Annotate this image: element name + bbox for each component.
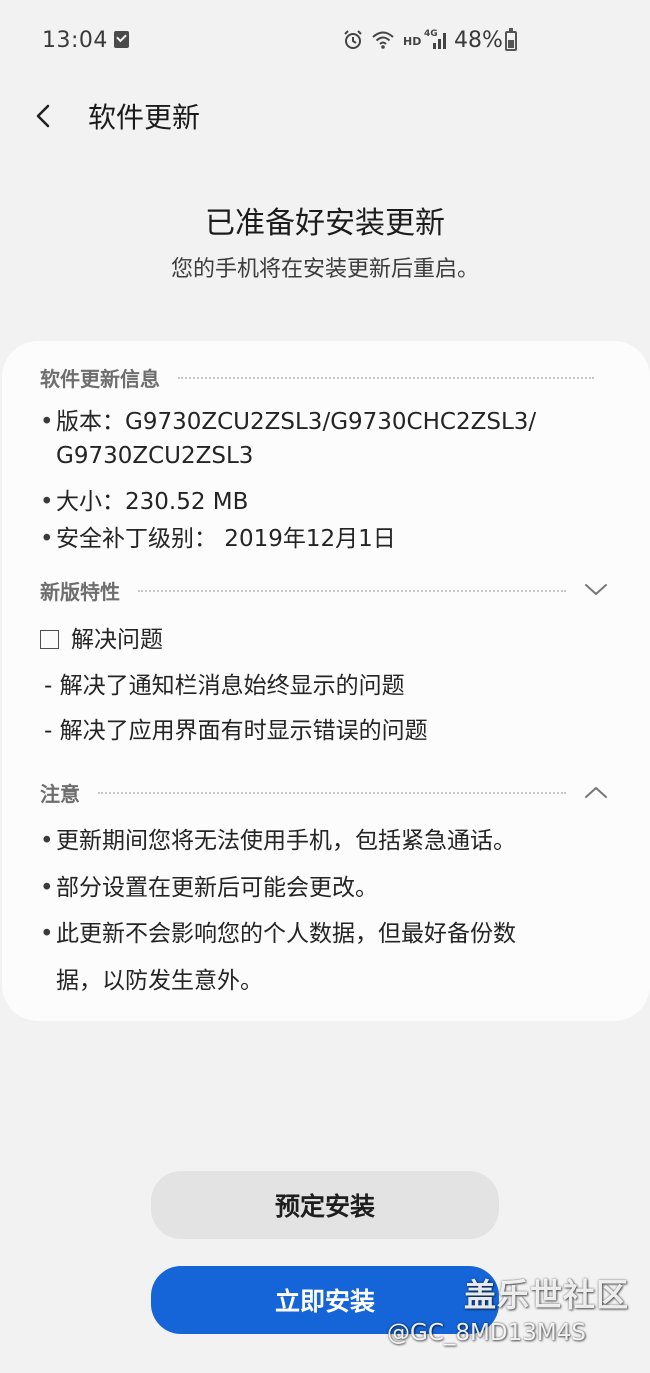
status-time: 13:04 — [42, 28, 108, 53]
note-text: 此更新不会影响您的个人数据，但最好备份数 — [56, 921, 516, 947]
back-button[interactable] — [26, 90, 66, 138]
hd-label: HD — [403, 35, 422, 48]
version-text: 版本：G9730ZCU2ZSL3/G9730CHC2ZSL3/ — [56, 409, 537, 435]
note-item: • 部分设置在更新后可能会更改。 — [40, 868, 378, 902]
note-item: • 此更新不会影响您的个人数据，但最好备份数 — [40, 914, 516, 948]
divider-dots — [138, 590, 566, 592]
feature-item: - 解决了应用界面有时显示错误的问题 — [44, 718, 428, 744]
features-header[interactable]: 新版特性 — [40, 576, 610, 604]
version-line: • 版本：G9730ZCU2ZSL3/G9730CHC2ZSL3/ — [40, 402, 536, 436]
bullet: • — [40, 875, 54, 901]
checkbox-icon — [40, 630, 59, 649]
chevron-up-icon[interactable] — [582, 778, 610, 806]
security-patch-line: • 安全补丁级别： 2019年12月1日 — [40, 519, 396, 553]
bullet: • — [40, 409, 54, 435]
update-ready-subtext: 您的手机将在安装更新后重启。 — [170, 257, 479, 282]
toolbar: 软件更新 — [0, 82, 650, 146]
divider-dots — [98, 792, 566, 794]
software-info-title: 软件更新信息 — [40, 366, 160, 391]
features-title: 新版特性 — [40, 579, 120, 604]
security-patch-text: 安全补丁级别： 2019年12月1日 — [56, 526, 396, 552]
bullet: • — [40, 526, 54, 552]
feature-item: - 解决了通知栏消息始终显示的问题 — [44, 673, 405, 699]
bullet: • — [40, 921, 54, 947]
chevron-down-icon[interactable] — [582, 576, 610, 604]
size-line: • 大小：230.52 MB — [40, 482, 248, 516]
bullet: • — [40, 489, 54, 515]
wifi-icon — [371, 30, 395, 54]
features-group: 解决问题 — [40, 620, 163, 654]
battery-icon — [505, 28, 517, 51]
size-text: 大小：230.52 MB — [56, 489, 249, 515]
note-text: 部分设置在更新后可能会更改。 — [56, 875, 378, 901]
note-text: 更新期间您将无法使用手机，包括紧急通话。 — [56, 828, 516, 854]
watermark-site: 盖乐世社区 — [464, 1276, 630, 1314]
features-group-label: 解决问题 — [71, 627, 163, 653]
software-info-header: 软件更新信息 — [40, 363, 610, 391]
alarm-icon — [342, 29, 364, 55]
divider-dots — [178, 377, 594, 379]
update-ready-heading: 已准备好安装更新 — [205, 206, 445, 241]
back-arrow-icon — [36, 104, 50, 128]
watermark-user: @GC_8MD13M4S — [387, 1320, 586, 1346]
note-text-continued: 据，以防发生意外。 — [56, 968, 263, 994]
notes-title: 注意 — [40, 781, 80, 806]
note-item: • 更新期间您将无法使用手机，包括紧急通话。 — [40, 821, 516, 855]
signal-icon — [432, 30, 448, 54]
bullet: • — [40, 828, 54, 854]
page-title: 软件更新 — [88, 101, 201, 134]
schedule-install-button[interactable]: 预定安装 — [151, 1171, 499, 1239]
status-bar: 13:04 HD 4G 48% — [0, 0, 650, 82]
update-details-card: 软件更新信息 • 版本：G9730ZCU2ZSL3/G9730CHC2ZSL3/ … — [2, 341, 650, 1021]
version-line-continued: G9730ZCU2ZSL3 — [56, 443, 254, 469]
notification-check-icon — [114, 31, 129, 48]
battery-percentage: 48% — [454, 28, 503, 53]
notes-header[interactable]: 注意 — [40, 778, 610, 806]
